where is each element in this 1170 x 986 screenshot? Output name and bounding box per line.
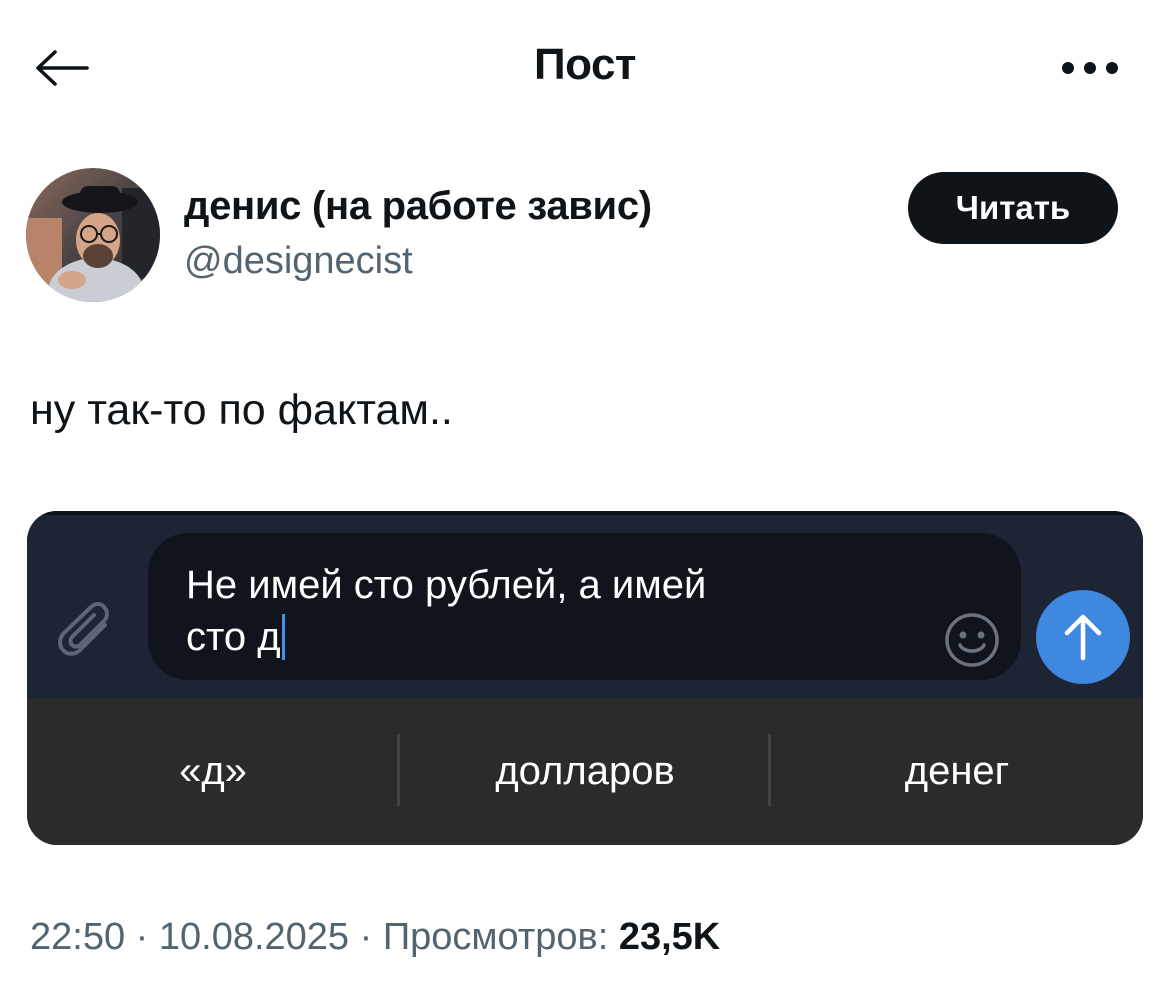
- keyboard-suggestions: «д» долларов денег: [27, 698, 1143, 845]
- smile-icon: [945, 613, 999, 667]
- post-image[interactable]: Не имей сто рублей, а имей сто д «д» дол…: [27, 511, 1143, 845]
- suggestion-3: денег: [904, 748, 1010, 793]
- post-meta: 22:50 · 10.08.2025 · Просмотров: 23,5K: [30, 916, 720, 959]
- meta-separator: ·: [349, 916, 383, 958]
- post-page: Пост денис (на работе завис) @designecis…: [0, 0, 1170, 986]
- views-label: Просмотров:: [382, 916, 609, 958]
- meta-separator: ·: [125, 916, 159, 958]
- arrow-up-icon: [1064, 614, 1102, 661]
- input-line-1: Не имей сто рублей, а имей: [186, 563, 707, 607]
- paperclip-icon: [58, 602, 109, 656]
- message-input-text: Не имей сто рублей, а имей сто д: [186, 559, 906, 663]
- post-date[interactable]: 10.08.2025: [159, 916, 349, 958]
- more-horizontal-icon: [1062, 62, 1118, 74]
- post-text: ну так-то по фактам..: [30, 386, 453, 434]
- attach-button: [53, 601, 123, 671]
- avatar[interactable]: [26, 168, 160, 302]
- send-button: [1036, 590, 1130, 684]
- input-line-2: сто д: [186, 615, 281, 659]
- message-composer: Не имей сто рублей, а имей сто д: [27, 511, 1143, 698]
- author-name[interactable]: денис (на работе завис): [184, 184, 652, 229]
- views-count: 23,5K: [618, 916, 721, 958]
- suggestion-1: «д»: [179, 748, 247, 793]
- page-title: Пост: [534, 40, 636, 89]
- avatar-photo: [26, 168, 160, 302]
- suggestion-2: долларов: [495, 748, 675, 793]
- message-input: Не имей сто рублей, а имей сто д: [148, 533, 1021, 680]
- emoji-button: [943, 611, 1001, 669]
- text-caret: [281, 614, 285, 660]
- more-options-button[interactable]: [1050, 44, 1130, 92]
- author-handle[interactable]: @designecist: [184, 240, 413, 283]
- follow-button[interactable]: Читать: [908, 172, 1118, 244]
- post-time[interactable]: 22:50: [30, 916, 125, 958]
